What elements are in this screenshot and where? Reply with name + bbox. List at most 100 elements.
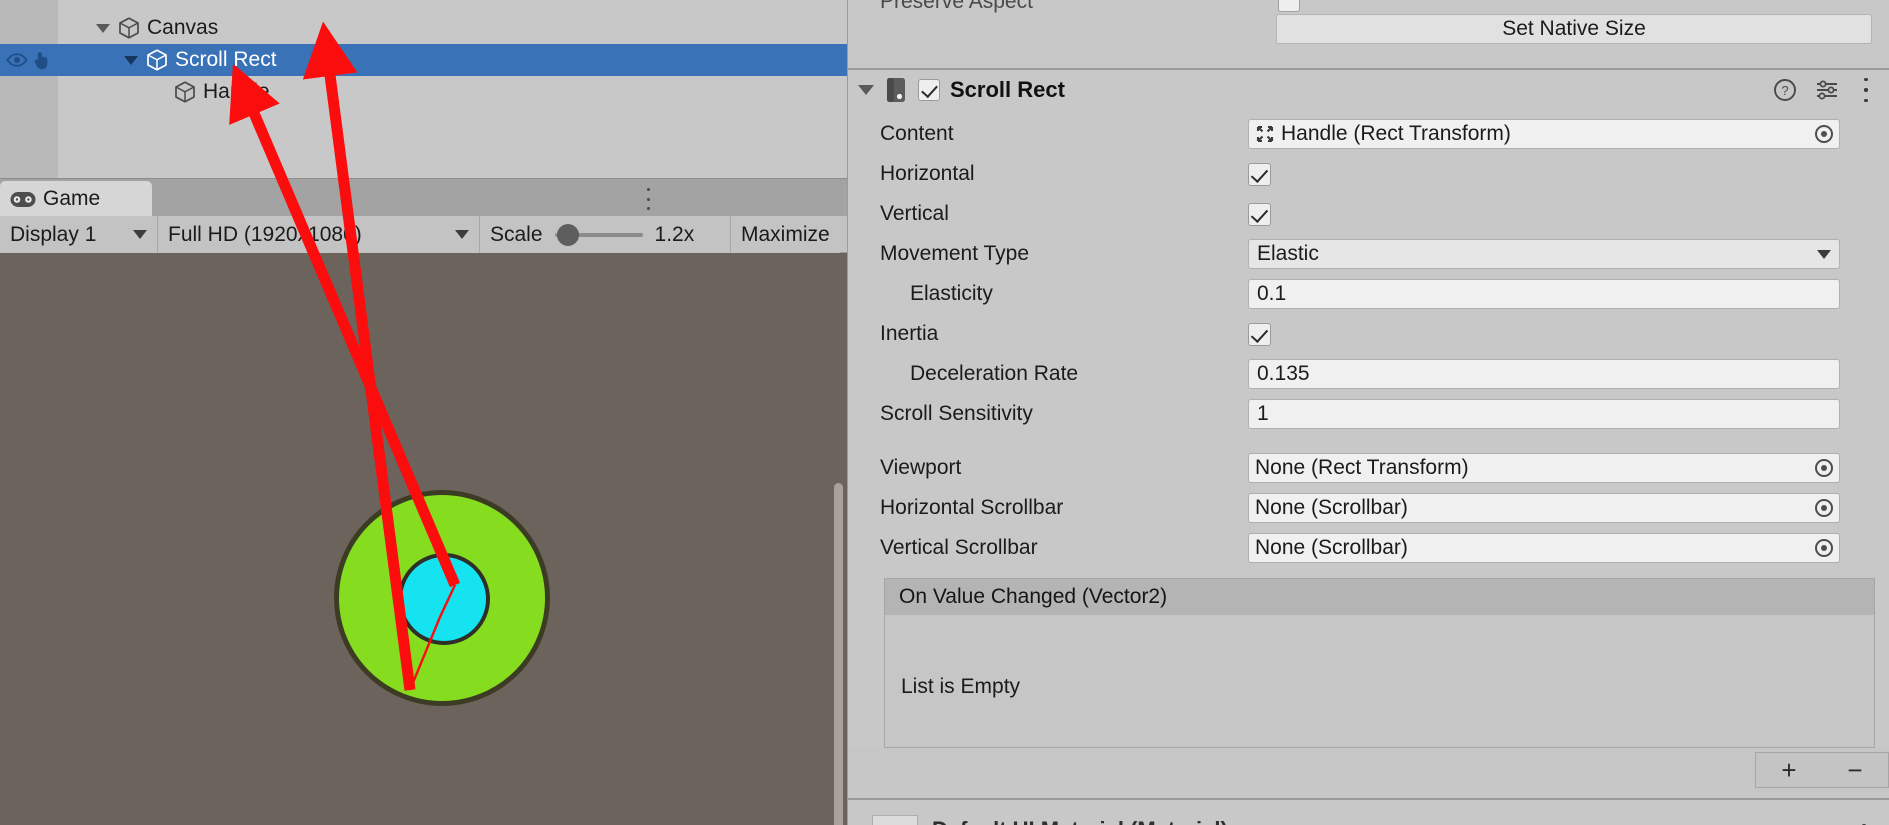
property-label: Deceleration Rate <box>910 362 1079 385</box>
property-row-horizontal-scrollbar: Horizontal Scrollbar None (Scrollbar) <box>848 488 1889 528</box>
elasticity-input[interactable]: 0.1 <box>1248 279 1840 309</box>
game-view-vertical-scrollbar[interactable] <box>834 483 843 825</box>
content-object-field[interactable]: Handle (Rect Transform) <box>1248 119 1840 149</box>
tab-label: Game <box>43 187 101 210</box>
hand-icon[interactable] <box>31 49 53 71</box>
chevron-down-icon <box>1817 249 1831 259</box>
chevron-down-icon <box>133 230 147 239</box>
property-row-elasticity: Elasticity 0.1 <box>848 274 1889 314</box>
inspector-panel: Preserve Aspect Set Native Size Scroll R… <box>847 0 1889 825</box>
scroll-rect-title: Scroll Rect <box>950 77 1065 102</box>
deceleration-rate-input[interactable]: 0.135 <box>1248 359 1840 389</box>
viewport-object-field[interactable]: None (Rect Transform) <box>1248 453 1840 483</box>
scroll-sensitivity-value: 1 <box>1257 402 1269 425</box>
display-dropdown[interactable]: Display 1 <box>0 216 158 253</box>
script-icon <box>887 78 905 102</box>
preserve-aspect-label: Preserve Aspect <box>880 0 1033 13</box>
game-render-canvas[interactable] <box>0 253 847 825</box>
hierarchy-gutter <box>0 108 58 178</box>
scale-value: 1.2x <box>654 222 695 246</box>
gamepad-icon <box>10 191 36 207</box>
game-view-toolbar: Display 1 Full HD (1920x1080) Scale 1.2x… <box>0 216 847 253</box>
component-header-icons: ? <box>1773 78 1875 102</box>
visibility-controls[interactable] <box>2 44 60 76</box>
vertical-scrollbar-object-field[interactable]: None (Scrollbar) <box>1248 533 1840 563</box>
property-label: Scroll Sensitivity <box>880 402 1033 425</box>
property-row-vertical: Vertical <box>848 194 1889 234</box>
horizontal-scrollbar-object-field[interactable]: None (Scrollbar) <box>1248 493 1840 523</box>
object-picker-icon[interactable] <box>1815 499 1833 517</box>
property-row-deceleration-rate: Deceleration Rate 0.135 <box>848 354 1889 394</box>
scale-slider[interactable] <box>554 223 643 246</box>
property-row-viewport: Viewport None (Rect Transform) <box>848 448 1889 488</box>
hierarchy-item-label: Canvas <box>147 16 219 39</box>
collapse-triangle-icon[interactable] <box>858 85 874 95</box>
maximize-label: Maximize <box>741 222 830 246</box>
movement-type-dropdown[interactable]: Elastic <box>1248 239 1840 269</box>
property-row-scroll-sensitivity: Scroll Sensitivity 1 <box>848 394 1889 434</box>
hierarchy-gutter <box>0 12 58 44</box>
scroll-sensitivity-input[interactable]: 1 <box>1248 399 1840 429</box>
preserve-aspect-checkbox[interactable] <box>1278 0 1300 12</box>
maximize-button[interactable]: Maximize <box>731 216 840 253</box>
property-label: Movement Type <box>880 242 1030 265</box>
svg-text:?: ? <box>1781 83 1788 98</box>
material-component-header[interactable]: Default UI Material (Material) <box>848 800 1889 825</box>
scale-label: Scale <box>490 222 543 246</box>
add-event-button[interactable]: + <box>1781 757 1796 783</box>
image-component-remainder: Preserve Aspect Set Native Size <box>848 0 1889 68</box>
game-tab-bar: Game <box>0 178 847 217</box>
handle-circle <box>398 553 490 645</box>
help-icon[interactable]: ? <box>1773 78 1797 102</box>
game-view-panel: Game Display 1 Full HD (1920x1080) Scale <box>0 178 847 825</box>
scale-slider-knob[interactable] <box>556 223 579 246</box>
property-spacer <box>848 434 1889 448</box>
chevron-down-icon <box>455 230 469 239</box>
property-label: Elasticity <box>910 282 993 305</box>
inertia-checkbox[interactable] <box>1248 322 1271 346</box>
vertical-checkbox[interactable] <box>1248 202 1271 226</box>
resolution-dropdown[interactable]: Full HD (1920x1080) <box>158 216 480 253</box>
elasticity-value: 0.1 <box>1257 282 1287 305</box>
eye-icon[interactable] <box>6 49 28 71</box>
remove-event-button[interactable]: − <box>1847 757 1862 783</box>
property-row-vertical-scrollbar: Vertical Scrollbar None (Scrollbar) <box>848 528 1889 568</box>
event-list-body[interactable]: List is Empty <box>885 615 1874 747</box>
hierarchy-empty-area[interactable] <box>0 108 847 178</box>
hierarchy-panel: Canvas Scroll Rect Handle <box>0 0 847 178</box>
expand-triangle-icon[interactable] <box>96 23 110 33</box>
hierarchy-item-label: Scroll Rect <box>175 48 277 71</box>
display-dropdown-label: Display 1 <box>10 222 97 246</box>
cube-icon <box>147 49 167 71</box>
object-picker-icon[interactable] <box>1815 459 1833 477</box>
expand-triangle-icon[interactable] <box>124 55 138 65</box>
cube-icon <box>119 17 139 39</box>
material-thumbnail <box>872 815 918 825</box>
object-picker-icon[interactable] <box>1815 125 1833 143</box>
component-kebab-icon[interactable] <box>1857 78 1875 102</box>
tab-game[interactable]: Game <box>0 181 152 217</box>
event-list-empty-message: List is Empty <box>901 675 1021 698</box>
horizontal-checkbox[interactable] <box>1248 162 1271 186</box>
property-label: Vertical <box>880 202 949 225</box>
scroll-rect-component-header[interactable]: Scroll Rect ? <box>848 70 1889 110</box>
content-object-value: Handle (Rect Transform) <box>1281 122 1511 145</box>
hierarchy-row-scroll-rect[interactable]: Scroll Rect <box>0 44 847 76</box>
unity-editor-window: Canvas Scroll Rect Handle Game Display 1… <box>0 0 1889 825</box>
event-list-header: On Value Changed (Vector2) <box>885 579 1874 615</box>
property-label: Content <box>880 122 954 145</box>
hierarchy-row-handle[interactable]: Handle <box>0 76 847 108</box>
preset-sliders-icon[interactable] <box>1815 78 1839 102</box>
hierarchy-row-canvas[interactable]: Canvas <box>0 12 847 44</box>
scroll-rect-enabled-checkbox[interactable] <box>918 79 940 101</box>
property-row-content: Content Handle (Rect Transform) <box>848 114 1889 154</box>
set-native-size-button[interactable]: Set Native Size <box>1276 14 1872 44</box>
object-picker-icon[interactable] <box>1815 539 1833 557</box>
scale-slider-group[interactable]: Scale 1.2x <box>480 216 731 253</box>
property-label: Inertia <box>880 322 939 345</box>
deceleration-rate-value: 0.135 <box>1257 362 1310 385</box>
on-value-changed-event-list: On Value Changed (Vector2) List is Empty <box>884 578 1875 748</box>
hierarchy-item-label: Handle <box>203 80 270 103</box>
game-tab-kebab-icon[interactable] <box>639 188 657 210</box>
scroll-rect-properties: Content Handle (Rect Transform) Horizont… <box>848 110 1889 568</box>
